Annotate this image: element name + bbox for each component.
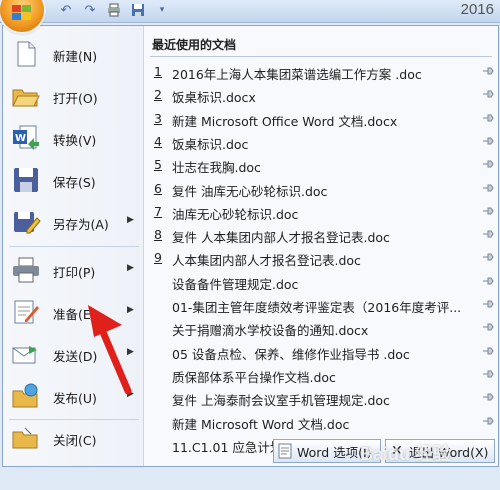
pin-icon[interactable]: [482, 321, 494, 333]
menu-save-as[interactable]: 另存为(A) ▶: [3, 202, 143, 242]
recent-document-number: 8: [154, 227, 162, 243]
submenu-arrow-icon: ▶: [127, 263, 134, 273]
open-folder-icon: [12, 89, 40, 107]
pin-icon[interactable]: [482, 112, 494, 124]
recent-document-number: 4: [154, 133, 162, 149]
pin-icon[interactable]: [482, 158, 494, 170]
pin-icon[interactable]: [482, 391, 494, 403]
recent-document-item[interactable]: 8 复件 人本集团内部人才报名登记表.doc: [144, 223, 498, 247]
recent-documents-header: 最近使用的文档: [152, 38, 237, 52]
menu-print-label: 打印(P): [53, 265, 96, 280]
watermark: Baidu 经验: [360, 444, 452, 464]
recent-document-number: 5: [154, 157, 162, 173]
menu-print[interactable]: 打印(P) ▶: [3, 250, 143, 290]
recent-document-name: 关于捐赠滴水学校设备的通知.docx: [172, 323, 369, 339]
menu-open[interactable]: 打开(O): [3, 76, 143, 116]
recent-document-item[interactable]: 1 2016年上海人本集团菜谱选编工作方案 .doc: [144, 60, 498, 84]
recent-document-name: 饭桌标识.doc: [172, 136, 249, 152]
save-disk-icon: [14, 168, 38, 192]
recent-document-name: 05 设备点检、保养、维修作业指导书 .doc: [172, 346, 410, 362]
recent-document-number: 9: [154, 250, 162, 266]
recent-document-name: 01-集团主管年度绩效考评鉴定表（2016年度考评...: [172, 300, 462, 315]
menu-save[interactable]: 保存(S): [3, 160, 143, 200]
recent-document-name: 壮志在我胸.doc: [172, 160, 261, 176]
print-icon[interactable]: [106, 2, 122, 18]
new-document-icon: [17, 41, 36, 67]
convert-icon: W: [13, 125, 39, 150]
recent-document-item[interactable]: 6 复件 油库无心砂轮标识.doc: [144, 177, 498, 201]
menu-save-as-label: 另存为(A): [53, 217, 109, 232]
office-menu: 新建(N) 打开(O) W 转换(V) 保存(S) 另存为(A) ▶ 打印(P)…: [2, 25, 499, 467]
recent-document-item[interactable]: 复件 上海泰耐会议室手机管理规定.doc: [144, 386, 498, 410]
recent-document-item[interactable]: 9 人本集团内部人才报名登记表.doc: [144, 246, 498, 270]
pin-icon[interactable]: [482, 88, 494, 100]
prepare-icon: [14, 300, 39, 324]
quick-access-toolbar: ↶ ↷ ▾: [58, 2, 170, 18]
title-bar: ↶ ↷ ▾ 2016: [0, 0, 500, 32]
recent-document-name: 复件 人本集团内部人才报名登记表.doc: [172, 230, 390, 246]
divider: [150, 56, 492, 57]
recent-document-number: 2: [154, 87, 162, 103]
recent-document-item[interactable]: 3 新建 Microsoft Office Word 文档.docx: [144, 107, 498, 131]
recent-document-name: 设备备件管理规定.doc: [172, 276, 299, 292]
pin-icon[interactable]: [482, 298, 494, 310]
pin-icon[interactable]: [482, 415, 494, 427]
recent-document-item[interactable]: 质保部体系平台操作文档.doc: [144, 363, 498, 387]
pin-icon[interactable]: [482, 182, 494, 194]
pin-icon[interactable]: [482, 275, 494, 287]
recent-document-name: 新建 Microsoft Word 文档.doc: [172, 416, 350, 432]
recent-document-name: 油库无心砂轮标识.doc: [172, 206, 299, 222]
pin-icon[interactable]: [482, 205, 494, 217]
command-list: 新建(N) 打开(O) W 转换(V) 保存(S) 另存为(A) ▶ 打印(P)…: [3, 26, 144, 466]
recent-document-item[interactable]: 设备备件管理规定.doc: [144, 270, 498, 294]
recent-document-item[interactable]: 4 饭桌标识.doc: [144, 130, 498, 154]
qat-dropdown-icon[interactable]: ▾: [154, 2, 170, 18]
pin-icon[interactable]: [482, 135, 494, 147]
recent-document-name: 饭桌标识.docx: [172, 90, 256, 106]
recent-document-item[interactable]: 7 油库无心砂轮标识.doc: [144, 200, 498, 224]
recent-document-name: 复件 油库无心砂轮标识.doc: [172, 183, 328, 199]
menu-open-label: 打开(O): [53, 91, 98, 106]
recent-document-name: 2016年上海人本集团菜谱选编工作方案 .doc: [172, 67, 422, 82]
pin-icon[interactable]: [482, 345, 494, 357]
redo-icon[interactable]: ↷: [82, 2, 98, 18]
pin-icon[interactable]: [482, 368, 494, 380]
menu-convert-label: 转换(V): [53, 133, 97, 148]
divider: [9, 246, 139, 247]
recent-document-item[interactable]: 2 饭桌标识.docx: [144, 83, 498, 107]
menu-save-label: 保存(S): [53, 175, 96, 190]
submenu-arrow-icon: ▶: [127, 215, 134, 225]
recent-document-item[interactable]: 5 壮志在我胸.doc: [144, 153, 498, 177]
recent-document-name: 复件 上海泰耐会议室手机管理规定.doc: [172, 393, 390, 409]
save-as-icon: [14, 212, 41, 234]
recent-document-name: 人本集团内部人才报名登记表.doc: [172, 253, 361, 269]
recent-document-name: 新建 Microsoft Office Word 文档.docx: [172, 113, 398, 129]
printer-icon: [13, 257, 39, 283]
menu-new-label: 新建(N): [53, 49, 98, 64]
window-title: 2016: [460, 1, 494, 18]
recent-document-name: 质保部体系平台操作文档.doc: [172, 369, 336, 385]
recent-document-item[interactable]: 新建 Microsoft Word 文档.doc: [144, 410, 498, 434]
save-icon[interactable]: [130, 2, 146, 18]
recent-document-number: 7: [154, 203, 162, 219]
recent-document-number: 6: [154, 180, 162, 196]
pin-icon[interactable]: [482, 251, 494, 263]
menu-convert[interactable]: W 转换(V): [3, 118, 143, 158]
publish-icon: [12, 383, 38, 408]
pin-icon[interactable]: [482, 228, 494, 240]
menu-new[interactable]: 新建(N): [3, 34, 143, 74]
recent-document-item[interactable]: 05 设备点检、保养、维修作业指导书 .doc: [144, 340, 498, 364]
recent-document-number: 1: [154, 64, 162, 79]
undo-icon[interactable]: ↶: [58, 2, 74, 18]
pin-icon[interactable]: [482, 65, 494, 77]
send-icon: [12, 346, 37, 364]
recent-document-number: 3: [154, 110, 162, 126]
recent-document-item[interactable]: 关于捐赠滴水学校设备的通知.docx: [144, 316, 498, 340]
svg-text:W: W: [15, 133, 26, 144]
recent-document-item[interactable]: 01-集团主管年度绩效考评鉴定表（2016年度考评...: [144, 293, 498, 317]
annotation-arrow-icon: [88, 305, 132, 395]
office-logo-icon: [12, 5, 31, 20]
options-icon: [278, 443, 292, 459]
recent-documents-panel: 最近使用的文档 1 2016年上海人本集团菜谱选编工作方案 .doc 2 饭桌标识.d…: [144, 26, 498, 455]
